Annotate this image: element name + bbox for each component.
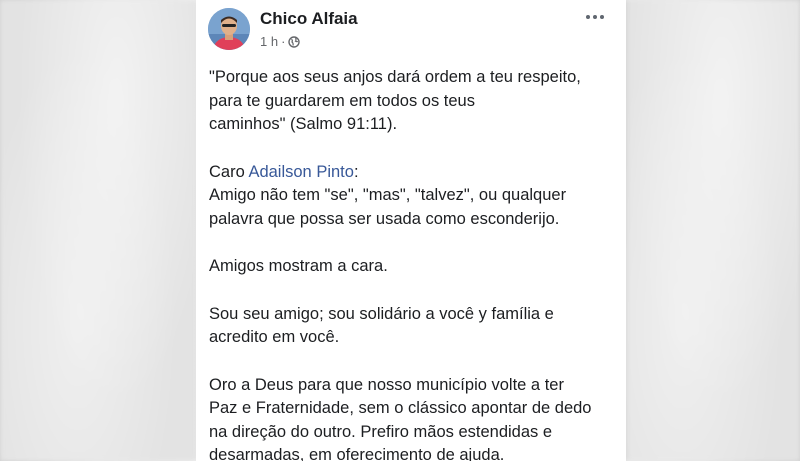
post-meta: 1 h · bbox=[260, 34, 301, 49]
verse-paragraph: "Porque aos seus anjos dará ordem a teu … bbox=[209, 66, 619, 137]
friends-paragraph: Amigos mostram a cara. bbox=[209, 255, 619, 279]
text-line: Oro a Deus para que nosso município volt… bbox=[209, 375, 564, 394]
text-line: para te guardarem em todos os teus bbox=[209, 91, 475, 110]
author-name[interactable]: Chico Alfaia bbox=[260, 9, 358, 29]
support-paragraph: Sou seu amigo; sou solidário a você y fa… bbox=[209, 303, 619, 350]
greeting-prefix: Caro bbox=[209, 162, 249, 181]
screenshot-stage: Chico Alfaia 1 h · "Porque aos seus anjo… bbox=[0, 0, 800, 461]
greeting-paragraph: Caro Adailson Pinto: Amigo não tem "se",… bbox=[209, 161, 619, 232]
prayer-paragraph: Oro a Deus para que nosso município volt… bbox=[209, 374, 619, 461]
post-time[interactable]: 1 h bbox=[260, 34, 278, 49]
blurred-background-right bbox=[605, 0, 800, 461]
more-options-icon[interactable] bbox=[581, 8, 609, 26]
post-text: "Porque aos seus anjos dará ordem a teu … bbox=[209, 66, 619, 461]
blurred-background-left bbox=[0, 0, 195, 461]
more-dot bbox=[600, 15, 604, 19]
text-line: na direção do outro. Prefiro mãos estend… bbox=[209, 422, 553, 441]
avatar[interactable] bbox=[208, 8, 250, 50]
more-dot bbox=[593, 15, 597, 19]
text-line: Paz e Fraternidade, sem o clássico apont… bbox=[209, 399, 592, 417]
more-dot bbox=[586, 15, 590, 19]
text-line: Sou seu amigo; sou solidário a você y fa… bbox=[209, 304, 554, 323]
greeting-suffix: : bbox=[353, 162, 359, 181]
meta-separator: · bbox=[281, 34, 286, 49]
text-line: acredito em você. bbox=[209, 328, 340, 346]
text-line: Amigos mostram a cara. bbox=[209, 257, 388, 275]
text-line: caminhos" (Salmo 91:11). bbox=[209, 115, 398, 133]
text-line: palavra que possa ser usada como esconde… bbox=[209, 209, 560, 228]
facebook-post: Chico Alfaia 1 h · "Porque aos seus anjo… bbox=[196, 0, 626, 461]
text-line: "Porque aos seus anjos dará ordem a teu … bbox=[209, 68, 581, 86]
text-line: Amigo não tem "se", "mas", "talvez", ou … bbox=[209, 186, 567, 204]
mention-link[interactable]: Adailson Pinto bbox=[248, 163, 354, 181]
text-line: desarmadas, em oferecimento de ajuda. bbox=[209, 446, 505, 461]
globe-icon[interactable] bbox=[288, 35, 301, 48]
